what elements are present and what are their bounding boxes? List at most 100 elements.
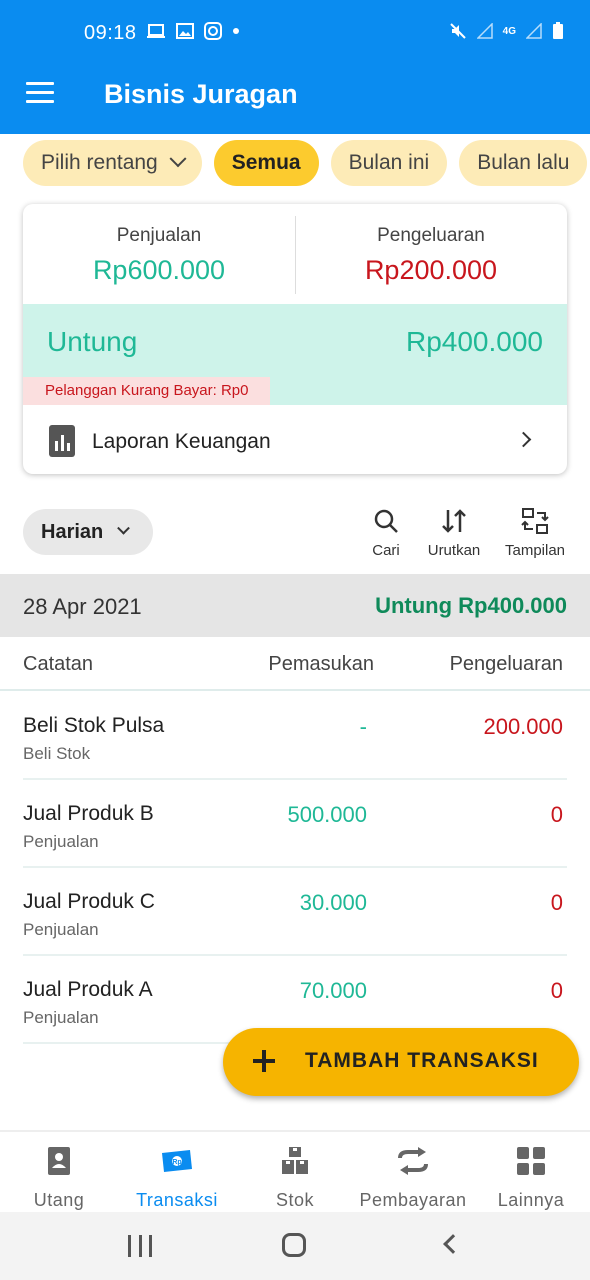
profit-label: Untung bbox=[47, 326, 138, 357]
system-navigation-bar bbox=[0, 1212, 590, 1280]
app-bar: Bisnis Juragan bbox=[0, 66, 590, 134]
group-date: 28 Apr 2021 bbox=[23, 594, 142, 619]
nav-label: Pembayaran bbox=[359, 1190, 467, 1210]
row-income: - bbox=[359, 714, 367, 739]
row-name: Jual Produk A bbox=[23, 978, 153, 1001]
laptop-icon bbox=[147, 24, 165, 38]
add-transaction-button[interactable]: TAMBAH TRANSAKSI bbox=[223, 1028, 579, 1096]
period-dropdown[interactable]: Harian bbox=[23, 509, 153, 555]
hamburger-menu-icon[interactable] bbox=[26, 82, 54, 106]
date-filter-chips: Pilih rentang Semua Bulan ini Bulan lalu bbox=[23, 140, 588, 186]
status-time: 09:18 bbox=[84, 22, 137, 44]
bottom-navigation: Utang Rp Transaksi Stok Pembayaran Lainn… bbox=[0, 1130, 590, 1212]
status-notification-icons bbox=[146, 22, 240, 40]
customer-debt-note: Pelanggan Kurang Bayar: Rp0 bbox=[23, 377, 271, 405]
row-name: Jual Produk B bbox=[23, 802, 154, 825]
recent-apps-icon[interactable] bbox=[128, 1235, 152, 1257]
profit-panel: Untung Rp400.000 Pelanggan Kurang Bayar:… bbox=[23, 304, 567, 405]
signal-icon-2 bbox=[526, 23, 542, 39]
home-icon[interactable] bbox=[282, 1233, 306, 1257]
nav-pembayaran[interactable]: Pembayaran bbox=[354, 1144, 472, 1211]
network-type-label: 4G bbox=[502, 25, 516, 37]
sales-summary: Penjualan Rp600.000 bbox=[23, 204, 295, 304]
sales-value: Rp600.000 bbox=[92, 255, 226, 285]
table-row[interactable]: Jual Produk B Penjualan 500.000 0 bbox=[0, 780, 590, 868]
signal-icon bbox=[476, 23, 493, 39]
row-name: Jual Produk C bbox=[23, 890, 155, 913]
add-transaction-label: TAMBAH TRANSAKSI bbox=[305, 1049, 539, 1072]
chip-label: Pilih rentang bbox=[41, 151, 158, 174]
row-category: Penjualan bbox=[23, 1008, 99, 1027]
grid-icon bbox=[517, 1147, 545, 1175]
row-expense: 0 bbox=[550, 978, 563, 1003]
list-toolbar: Harian Cari Urutkan Tampilan bbox=[0, 504, 590, 564]
period-label: Harian bbox=[41, 520, 104, 543]
dot-icon bbox=[233, 28, 239, 34]
sort-icon bbox=[442, 509, 466, 533]
profit-value: Rp400.000 bbox=[405, 326, 543, 357]
app-title: Bisnis Juragan bbox=[104, 79, 298, 109]
status-system-icons: 4G bbox=[449, 22, 564, 40]
row-income: 70.000 bbox=[299, 978, 367, 1003]
chevron-down-icon bbox=[117, 521, 131, 535]
sort-label: Urutkan bbox=[427, 542, 481, 559]
battery-icon bbox=[553, 22, 563, 39]
expense-label: Pengeluaran bbox=[377, 225, 485, 246]
row-category: Penjualan bbox=[23, 832, 99, 851]
chip-pilih-rentang[interactable]: Pilih rentang bbox=[23, 140, 202, 186]
search-label: Cari bbox=[372, 542, 400, 559]
row-expense: 200.000 bbox=[483, 714, 563, 739]
nav-lainnya[interactable]: Lainnya bbox=[472, 1144, 590, 1211]
expense-summary: Pengeluaran Rp200.000 bbox=[295, 204, 567, 304]
chip-semua[interactable]: Semua bbox=[213, 140, 319, 186]
view-swap-icon bbox=[521, 508, 549, 534]
chip-bulan-ini[interactable]: Bulan ini bbox=[330, 140, 448, 186]
back-icon[interactable] bbox=[443, 1234, 463, 1254]
plus-icon bbox=[251, 1048, 277, 1074]
image-icon bbox=[176, 23, 194, 39]
money-note-icon: Rp bbox=[162, 1150, 192, 1172]
view-label: Tampilan bbox=[504, 542, 566, 559]
nav-label: Stok bbox=[275, 1190, 315, 1210]
sales-label: Penjualan bbox=[116, 225, 202, 246]
table-row[interactable]: Beli Stok Pulsa Beli Stok - 200.000 bbox=[0, 692, 590, 780]
nav-label: Utang bbox=[33, 1190, 85, 1210]
row-expense: 0 bbox=[550, 890, 563, 915]
summary-card: Penjualan Rp600.000 Pengeluaran Rp200.00… bbox=[23, 204, 567, 474]
nav-label: Lainnya bbox=[497, 1190, 565, 1210]
mute-icon bbox=[449, 23, 466, 39]
row-income: 30.000 bbox=[299, 890, 367, 915]
group-profit: Untung Rp400.000 bbox=[375, 593, 567, 618]
nav-stok[interactable]: Stok bbox=[236, 1144, 354, 1211]
table-header: Catatan Pemasukan Pengeluaran bbox=[0, 637, 590, 691]
row-income: 500.000 bbox=[287, 802, 367, 827]
nav-utang[interactable]: Utang bbox=[0, 1144, 118, 1211]
table-row[interactable]: Jual Produk C Penjualan 30.000 0 bbox=[0, 868, 590, 956]
header-notes: Catatan bbox=[23, 653, 94, 675]
sort-button[interactable]: Urutkan bbox=[424, 504, 484, 559]
header-expense: Pengeluaran bbox=[449, 653, 563, 675]
search-icon bbox=[374, 509, 398, 533]
chip-bulan-lalu[interactable]: Bulan lalu bbox=[459, 140, 588, 186]
header-income: Pemasukan bbox=[268, 653, 374, 675]
row-category: Beli Stok bbox=[23, 744, 91, 763]
contact-book-icon bbox=[48, 1147, 70, 1175]
row-category: Penjualan bbox=[23, 920, 99, 939]
nav-label: Transaksi bbox=[136, 1190, 218, 1210]
report-label: Laporan Keuangan bbox=[92, 430, 271, 453]
financial-report-link[interactable]: Laporan Keuangan bbox=[23, 405, 567, 474]
status-bar: 09:18 4G bbox=[0, 0, 590, 66]
svg-text:Rp: Rp bbox=[172, 1159, 181, 1166]
search-button[interactable]: Cari bbox=[366, 504, 406, 559]
boxes-icon bbox=[282, 1147, 308, 1174]
report-chart-icon bbox=[49, 425, 75, 457]
row-name: Beli Stok Pulsa bbox=[23, 714, 165, 737]
chevron-down-icon bbox=[169, 150, 187, 168]
instagram-icon bbox=[204, 22, 222, 40]
swap-arrows-icon bbox=[398, 1147, 428, 1175]
expense-value: Rp200.000 bbox=[364, 255, 498, 285]
row-expense: 0 bbox=[550, 802, 563, 827]
nav-transaksi[interactable]: Rp Transaksi bbox=[118, 1144, 236, 1211]
view-toggle-button[interactable]: Tampilan bbox=[502, 504, 568, 559]
chevron-right-icon bbox=[515, 431, 532, 448]
